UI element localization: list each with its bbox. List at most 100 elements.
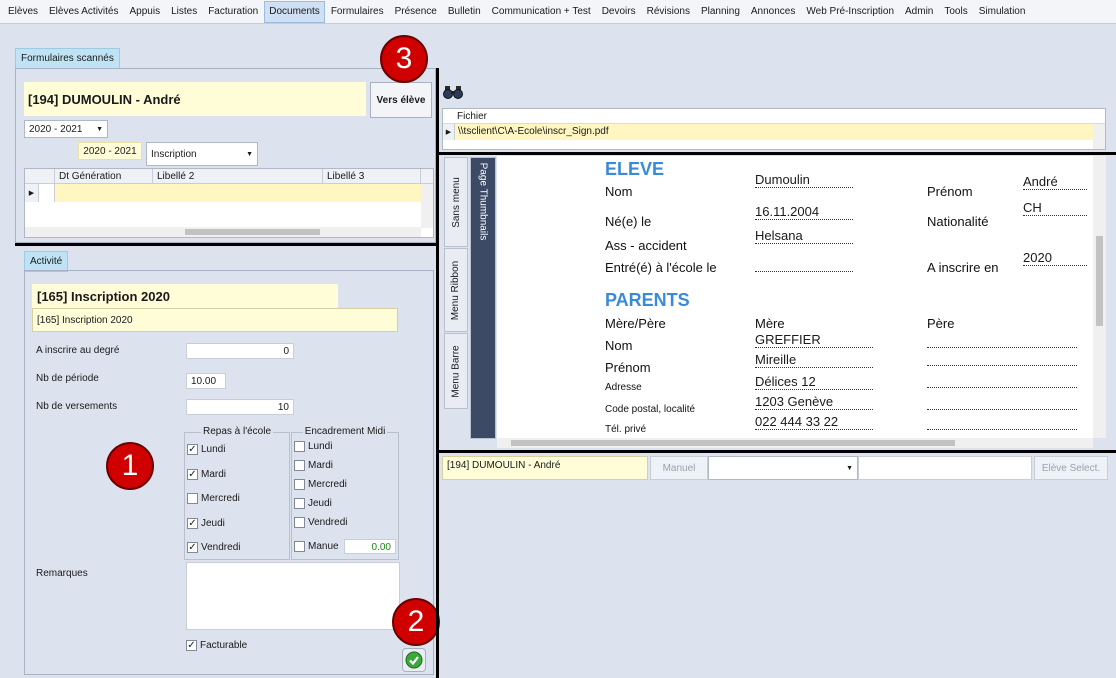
remarks-textarea[interactable] [186,562,400,630]
type-combo[interactable]: Inscription ▼ [146,142,258,166]
meals-group-title: Repas à l'école [200,426,274,437]
meals-label-3: Jeudi [201,517,225,529]
manual-value-input[interactable]: 0.00 [344,539,396,554]
meals-checkbox-row-4[interactable]: ✓ Vendredi [187,542,240,553]
menu-item-3[interactable]: Listes [166,1,202,23]
grid-col-date[interactable]: Dt Génération [55,169,153,183]
table-row[interactable]: ▶ \\tsclient\C\A-Ecole\inscr_Sign.pdf [443,124,1105,140]
manual-button[interactable]: Manuel [650,456,708,480]
midday-checkbox-row-4[interactable]: Vendredi [294,517,347,528]
pdf-ass-value: Helsana [755,228,853,244]
pdf-nat-value: CH [1023,200,1087,216]
menu-item-0[interactable]: Elèves [3,1,43,23]
midday-checkbox-2[interactable] [294,479,305,490]
tab-sans-menu[interactable]: Sans menu [444,157,468,247]
tab-menu-ribbon[interactable]: Menu Ribbon [444,248,468,332]
midday-label-4: Vendredi [308,517,348,528]
year-combo[interactable]: 2020 - 2021 ▼ [24,120,108,138]
midday-checkbox-1[interactable] [294,460,305,471]
chevron-down-icon: ▼ [846,464,853,472]
menu-item-13[interactable]: Annonces [746,1,800,23]
menu-item-7[interactable]: Présence [390,1,442,23]
meals-label-1: Mardi [201,468,227,480]
menu-item-4[interactable]: Facturation [203,1,263,23]
payments-input[interactable]: 10 [186,399,294,415]
menu-item-5[interactable]: Documents [264,0,325,23]
menu-item-1[interactable]: Elèves Activités [44,1,123,23]
midday-label-0: Lundi [308,441,333,452]
menu-item-2[interactable]: Appuis [125,1,166,23]
menu-item-17[interactable]: Simulation [974,1,1031,23]
billable-checkbox-row[interactable]: ✓ Facturable [186,640,247,651]
billable-checkbox[interactable]: ✓ [186,640,197,651]
row-pointer-icon: ▶ [25,184,39,202]
menu-item-12[interactable]: Planning [696,1,745,23]
midday-checkbox-row-1[interactable]: Mardi [294,460,333,471]
table-row[interactable]: ▶ [25,184,433,202]
tab-formulaires-scannes[interactable]: Formulaires scannés [15,48,120,69]
meals-checkbox-2[interactable] [187,493,198,504]
pdf-nom-value: Dumoulin [755,172,853,188]
meals-checkbox-row-2[interactable]: Mercredi [187,493,240,504]
midday-label-1: Mardi [308,460,334,471]
degree-input[interactable]: 0 [186,343,294,359]
binoculars-icon[interactable] [442,82,464,102]
select-student-button[interactable]: Elève Select. [1034,456,1108,480]
year-tag: 2020 - 2021 [78,142,142,160]
grid-col-libelle2[interactable]: Libellé 2 [153,169,323,183]
grid-vscrollbar[interactable] [421,184,433,228]
period-label: Nb de période [36,373,99,384]
pdf-entre-label: Entré(é) à l'école le [605,260,717,275]
manual-checkbox[interactable] [294,541,305,552]
midday-checkbox-3[interactable] [294,498,305,509]
tab-activite[interactable]: Activité [24,251,69,272]
meals-checkbox-3[interactable]: ✓ [187,517,198,529]
bottom-combo[interactable]: ▼ [708,456,858,480]
menu-item-15[interactable]: Admin [900,1,938,23]
save-button[interactable] [402,648,426,672]
pdf-hscrollbar[interactable] [497,438,1093,448]
menu-item-6[interactable]: Formulaires [326,1,389,23]
to-student-button[interactable]: Vers élève [370,82,432,118]
menu-item-9[interactable]: Communication + Test [487,1,596,23]
marker-2: 2 [392,598,440,646]
meals-label-2: Mercredi [201,493,240,504]
menu-item-10[interactable]: Devoirs [597,1,641,23]
menu-item-14[interactable]: Web Pré-Inscription [801,1,899,23]
grid-col-libelle3[interactable]: Libellé 3 [323,169,421,183]
midday-checkbox-4[interactable] [294,517,305,528]
midday-checkbox-0[interactable] [294,441,305,452]
pdf-parent-prenom-value: Mireille [755,352,873,368]
pdf-tel-label: Tél. privé [605,424,647,435]
pdf-parents-heading: PARENTS [605,290,690,310]
midday-label-3: Jeudi [308,498,332,509]
meals-label-4: Vendredi [201,542,241,553]
grid-hscrollbar[interactable] [25,227,421,237]
pdf-tel-value: 022 444 33 22 [755,414,873,430]
pdf-mere-label: Mère [755,316,785,331]
student-title: [194] DUMOULIN - André [24,82,366,116]
pdf-nom-label: Nom [605,184,633,199]
menu-item-11[interactable]: Révisions [642,1,695,23]
midday-checkbox-row-0[interactable]: Lundi [294,441,332,452]
midday-checkbox-row-3[interactable]: Jeudi [294,498,332,509]
chevron-down-icon: ▼ [96,125,103,133]
meals-checkbox-row-1[interactable]: ✓ Mardi [187,468,227,480]
menu-item-8[interactable]: Bulletin [443,1,486,23]
file-vscrollbar[interactable] [1093,124,1105,149]
meals-checkbox-row-3[interactable]: ✓ Jeudi [187,517,225,529]
year-combo-value: 2020 - 2021 [29,123,83,135]
manual-checkbox-row[interactable]: Manue [294,541,339,552]
tab-menu-barre[interactable]: Menu Barre [444,333,468,409]
bottom-text-input[interactable] [858,456,1032,480]
tab-page-thumbnails[interactable]: Page Thumbnails [470,157,496,439]
midday-checkbox-row-2[interactable]: Mercredi [294,479,347,490]
menu-item-16[interactable]: Tools [939,1,972,23]
file-grid-header[interactable]: Fichier [443,109,1105,124]
meals-checkbox-0[interactable]: ✓ [187,444,198,455]
pdf-vscrollbar[interactable] [1093,156,1106,438]
meals-checkbox-row-0[interactable]: ✓ Lundi [187,444,225,455]
meals-checkbox-1[interactable]: ✓ [187,468,198,480]
period-input[interactable]: 10.00 [186,373,226,389]
meals-checkbox-4[interactable]: ✓ [187,542,198,553]
